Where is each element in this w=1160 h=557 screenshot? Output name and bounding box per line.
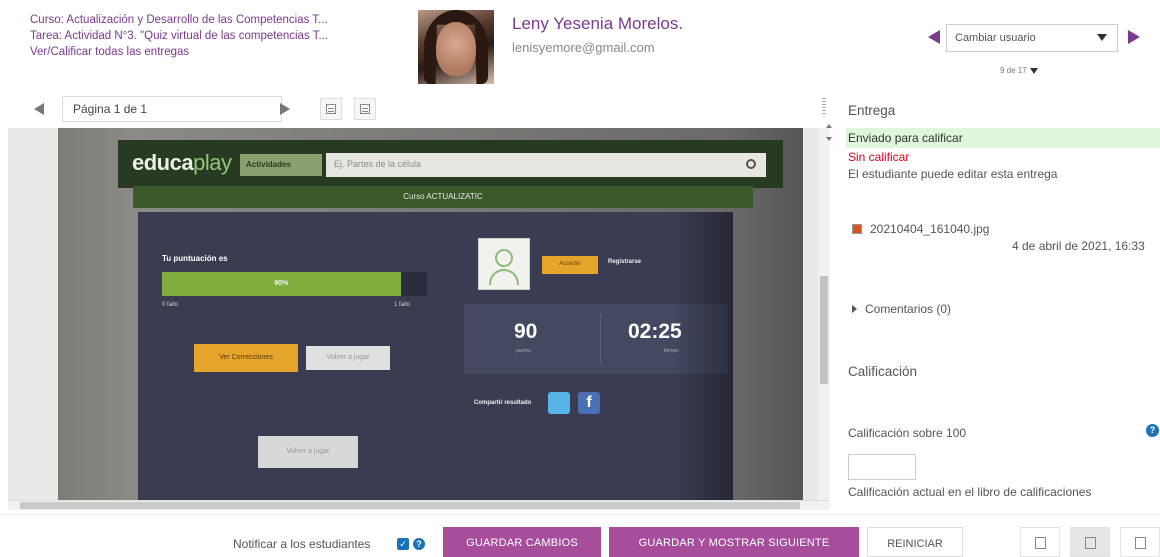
grading-side-panel: Entrega Enviado para calificar Sin calif… xyxy=(836,92,1160,510)
score-fill: 90% xyxy=(162,272,401,296)
task-link[interactable]: Tarea: Actividad N°3. "Quiz virtual de l… xyxy=(30,28,328,44)
comment-search-icon xyxy=(326,104,336,114)
activities-tab: Actividades xyxy=(240,154,322,176)
result-panel: Tu puntuación es 90% 0 fallo 1 fallo Ver… xyxy=(138,212,733,502)
submission-status: Enviado para calificar xyxy=(846,128,1160,148)
viewer-vertical-scrollbar[interactable] xyxy=(818,128,830,508)
assignment-info: Curso: Actualización y Desarrollo de las… xyxy=(30,12,328,60)
notify-students-label: Notificar a los estudiantes xyxy=(233,537,371,551)
notify-students-checkbox[interactable]: ✓ xyxy=(397,538,409,550)
grading-status: Sin calificar xyxy=(848,150,910,164)
register-image-link: Registrarse xyxy=(608,259,642,265)
user-count: 9 de 17 xyxy=(1000,66,1038,75)
comments-label: Comentarios (0) xyxy=(865,302,952,316)
course-link[interactable]: Curso: Actualización y Desarrollo de las… xyxy=(30,12,328,28)
next-user-icon[interactable] xyxy=(1128,30,1140,44)
next-page-icon[interactable] xyxy=(280,103,290,115)
layout-left-icon xyxy=(1035,537,1046,549)
scroll-down-icon[interactable] xyxy=(826,137,832,141)
view-corrections-image-button: Ver Correcciones xyxy=(194,344,298,372)
layout-right-icon xyxy=(1135,537,1146,549)
grade-heading: Calificación xyxy=(848,364,918,379)
submission-image: educaplay Actividades Ej. Partes de la c… xyxy=(58,128,803,503)
scrollbar-thumb-horizontal[interactable] xyxy=(20,502,800,509)
user-count-text: 9 de 17 xyxy=(1000,66,1027,75)
avatar-face xyxy=(436,22,476,76)
submission-heading: Entrega xyxy=(848,103,896,118)
educaplay-search-placeholder: Ej. Partes de la célula xyxy=(334,159,422,169)
points-label: puntos xyxy=(516,348,532,354)
search-icon xyxy=(746,159,756,169)
collapse-grade-panel-button[interactable] xyxy=(1120,527,1160,557)
login-image-button: Acceder xyxy=(542,256,598,274)
grading-footer: Notificar a los estudiantes ✓ ? GUARDAR … xyxy=(0,514,1160,557)
score-label: Tu puntuación es xyxy=(162,254,228,263)
grade-out-of-label: Calificación sobre 100 xyxy=(848,426,967,440)
avatar-head-shape xyxy=(495,249,513,267)
file-date: 4 de abril de 2021, 16:33 xyxy=(1012,239,1145,253)
document-toolbar: Página 1 de 1 xyxy=(24,94,394,124)
educaplay-header: educaplay Actividades Ej. Partes de la c… xyxy=(118,140,783,188)
user-avatar xyxy=(418,10,494,84)
page-select[interactable]: Página 1 de 1 xyxy=(62,96,282,122)
change-user-control: Cambiar usuario xyxy=(928,20,1143,60)
comments-toggle[interactable]: Comentarios (0) xyxy=(852,302,951,316)
score-bar: 90% xyxy=(162,272,427,296)
play-again-image-button-2: Volver a jugar xyxy=(258,436,358,468)
educaplay-search: Ej. Partes de la célula xyxy=(326,153,766,177)
grading-header: Curso: Actualización y Desarrollo de las… xyxy=(0,0,1160,90)
play-again-image-button: Volver a jugar xyxy=(306,346,390,370)
panel-resize-handle[interactable] xyxy=(822,98,826,116)
player-avatar-icon xyxy=(478,238,530,290)
stats-divider xyxy=(600,314,601,364)
avatar-body-shape xyxy=(489,269,519,285)
photo-shadow xyxy=(673,212,733,502)
edit-status: El estudiante puede editar esta entrega xyxy=(848,167,1058,181)
reset-button[interactable]: REINICIAR xyxy=(867,527,963,557)
collapse-review-panel-button[interactable] xyxy=(1020,527,1060,557)
default-layout-button[interactable] xyxy=(1070,527,1110,557)
save-changes-button[interactable]: GUARDAR CAMBIOS xyxy=(443,527,601,557)
educaplay-logo: educaplay xyxy=(132,150,232,176)
points-value: 90 xyxy=(514,320,538,343)
filter-icon[interactable] xyxy=(1029,67,1038,74)
grade-input[interactable] xyxy=(848,454,916,480)
dropdown-caret-icon xyxy=(1097,34,1107,41)
scrollbar-thumb[interactable] xyxy=(820,276,828,384)
score-max-label: 1 fallo xyxy=(394,302,411,308)
notify-help-icon[interactable]: ? xyxy=(413,538,425,550)
student-email: lenisyemore@gmail.com xyxy=(512,40,655,55)
file-name-link[interactable]: 20210404_161040.jpg xyxy=(870,222,989,236)
logo-main: educa xyxy=(132,150,194,175)
image-file-icon xyxy=(852,224,862,234)
score-min-label: 0 fallo xyxy=(162,302,179,308)
twitter-icon xyxy=(548,392,570,414)
gradebook-label: Calificación actual en el libro de calif… xyxy=(848,485,1092,499)
viewer-horizontal-scrollbar[interactable] xyxy=(8,500,828,510)
save-and-show-next-button[interactable]: GUARDAR Y MOSTRAR SIGUIENTE xyxy=(609,527,859,557)
submitted-file[interactable]: 20210404_161040.jpg xyxy=(852,222,989,236)
share-result-label: Compartir resultado xyxy=(474,400,532,406)
expand-comments-button[interactable] xyxy=(354,98,376,120)
change-user-label: Cambiar usuario xyxy=(955,32,1036,44)
previous-user-icon[interactable] xyxy=(928,30,940,44)
scroll-up-icon[interactable] xyxy=(826,124,832,128)
document-viewer[interactable]: educaplay Actividades Ej. Partes de la c… xyxy=(8,128,818,508)
help-icon[interactable]: ? xyxy=(1146,424,1159,437)
previous-page-icon[interactable] xyxy=(34,103,44,115)
logo-rest: play xyxy=(193,150,232,175)
student-name[interactable]: Leny Yesenia Morelos. xyxy=(512,14,683,34)
layout-split-icon xyxy=(1085,537,1096,549)
comment-list-icon xyxy=(360,104,370,114)
change-user-select[interactable]: Cambiar usuario xyxy=(946,24,1118,52)
expand-arrow-icon xyxy=(852,305,857,313)
search-comments-button[interactable] xyxy=(320,98,342,120)
view-all-submissions-link[interactable]: Ver/Calificar todas las entregas xyxy=(30,44,328,60)
course-banner: Curso ACTUALIZATIC xyxy=(133,186,753,208)
facebook-icon: f xyxy=(578,392,600,414)
